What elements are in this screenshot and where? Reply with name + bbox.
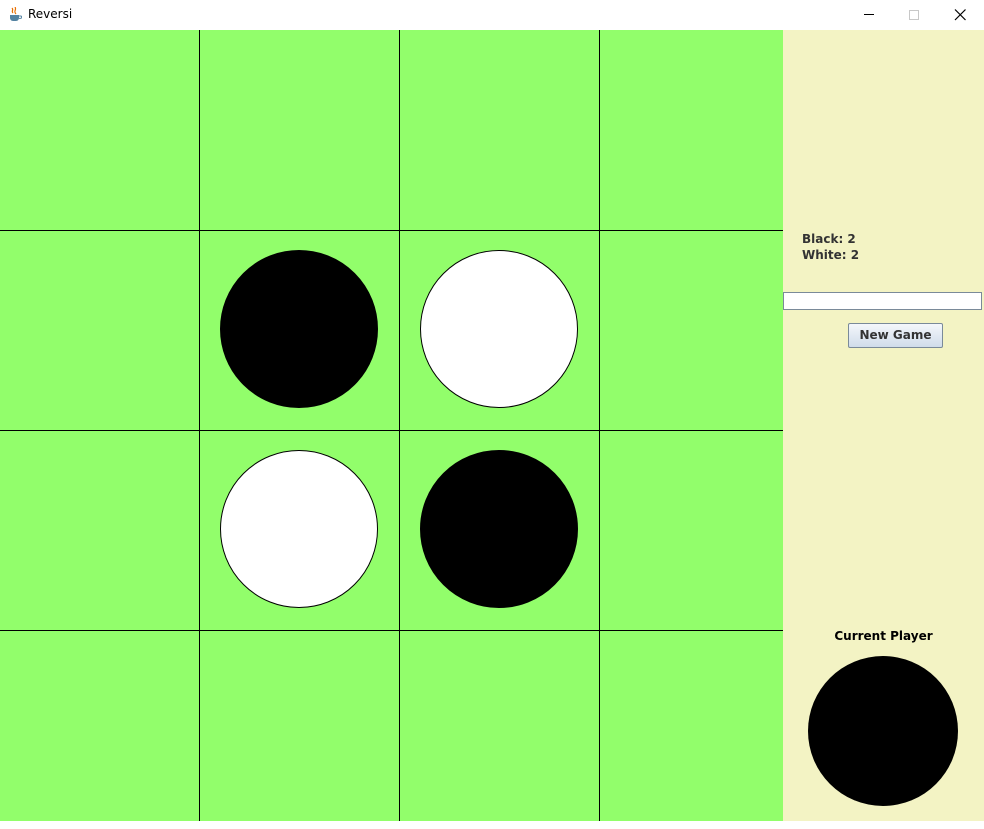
- side-panel: Black: 2 White: 2 New Game Current Playe…: [783, 30, 984, 821]
- close-icon: [954, 9, 966, 21]
- board-cell[interactable]: [600, 230, 799, 429]
- black-piece: [220, 250, 378, 408]
- close-button[interactable]: [937, 0, 983, 30]
- board-cell[interactable]: [0, 230, 199, 429]
- board-cell[interactable]: [600, 630, 799, 829]
- board-cell[interactable]: [600, 30, 799, 229]
- new-game-button[interactable]: New Game: [848, 323, 943, 348]
- java-app-icon: [8, 6, 23, 22]
- board-cell[interactable]: [400, 630, 599, 829]
- minimize-button[interactable]: [846, 0, 892, 30]
- board-cell[interactable]: [400, 430, 599, 629]
- status-field[interactable]: [783, 292, 982, 310]
- board-cell[interactable]: [200, 30, 399, 229]
- current-player-label: Current Player: [834, 629, 933, 643]
- board-cell[interactable]: [0, 30, 199, 229]
- black-piece: [420, 450, 578, 608]
- white-piece: [220, 450, 378, 608]
- board-cell[interactable]: [200, 430, 399, 629]
- white-piece: [420, 250, 578, 408]
- board-cell[interactable]: [0, 630, 199, 829]
- window-title: Reversi: [28, 7, 73, 21]
- board-cell[interactable]: [200, 230, 399, 429]
- current-player-disc: [808, 656, 958, 806]
- white-score: White: 2: [802, 248, 860, 262]
- board-cell[interactable]: [0, 430, 199, 629]
- game-board: [0, 30, 783, 821]
- title-bar: Reversi: [0, 0, 984, 30]
- board-cell[interactable]: [600, 430, 799, 629]
- maximize-button[interactable]: [891, 0, 937, 30]
- board-cell[interactable]: [400, 30, 599, 229]
- board-cell[interactable]: [400, 230, 599, 429]
- black-score: Black: 2: [802, 232, 856, 246]
- minimize-icon: [864, 14, 874, 15]
- maximize-icon: [909, 10, 919, 20]
- board-cell[interactable]: [200, 630, 399, 829]
